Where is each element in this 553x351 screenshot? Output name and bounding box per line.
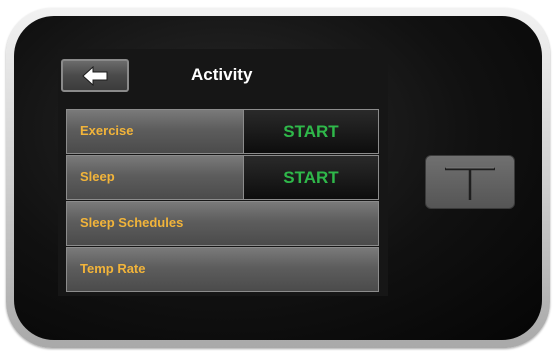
exercise-start-button[interactable]: START	[243, 110, 378, 153]
sleep-start-button[interactable]: START	[243, 156, 378, 199]
back-button[interactable]	[61, 59, 129, 92]
menu-item-temp-rate[interactable]: Temp Rate	[66, 247, 379, 292]
t-logo-icon	[445, 167, 495, 200]
screen: Activity Exercise START Sleep START Slee…	[58, 49, 388, 296]
menu-item-label: Sleep Schedules	[80, 215, 184, 230]
menu-item-sleep-schedules[interactable]: Sleep Schedules	[66, 201, 379, 246]
page-title: Activity	[191, 65, 253, 84]
menu-item-sleep[interactable]: Sleep START	[66, 155, 379, 200]
menu-item-label: Sleep	[80, 169, 115, 184]
arrow-left-icon	[82, 65, 108, 86]
header: Activity	[58, 49, 388, 99]
menu-item-label: Temp Rate	[80, 261, 146, 276]
screen-on-button[interactable]	[425, 155, 515, 209]
menu-item-exercise[interactable]: Exercise START	[66, 109, 379, 154]
menu-item-label: Exercise	[80, 123, 134, 138]
